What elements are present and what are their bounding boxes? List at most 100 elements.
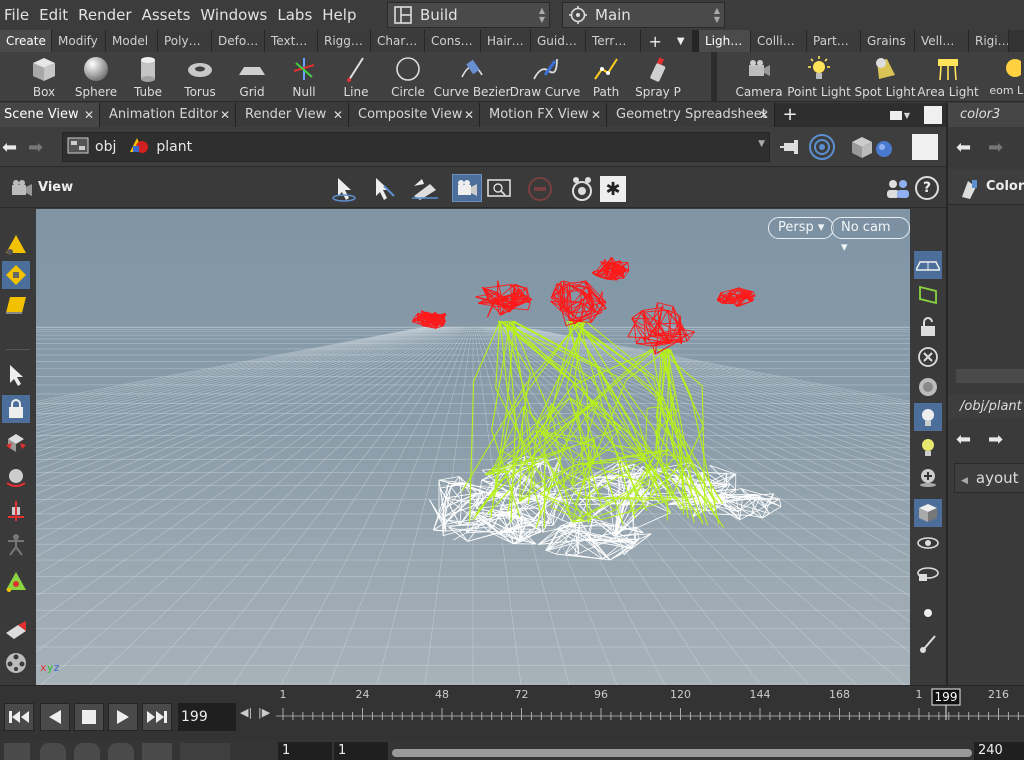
normals-display-icon[interactable]: [914, 629, 942, 657]
point-select-icon[interactable]: [2, 261, 30, 289]
tool-line[interactable]: Line: [330, 54, 382, 100]
menu-labs[interactable]: Labs: [272, 0, 317, 30]
realtime-toggle-icon[interactable]: [4, 743, 30, 760]
tool-tube[interactable]: Tube: [122, 54, 174, 100]
add-light-icon[interactable]: [914, 463, 942, 491]
clock-icon[interactable]: [108, 743, 134, 760]
global-start-field[interactable]: 1: [278, 742, 332, 760]
menu-edit[interactable]: Edit: [34, 0, 73, 30]
menu-windows[interactable]: Windows: [195, 0, 272, 30]
viewer-camera-icon[interactable]: [8, 177, 36, 202]
no-entry-icon[interactable]: [527, 176, 553, 205]
display-grid-icon[interactable]: [914, 251, 942, 279]
path-node[interactable]: plant: [156, 139, 192, 155]
display-camera-icon[interactable]: [914, 559, 942, 587]
tool-path[interactable]: Path: [580, 54, 632, 100]
pane-tab-motion-fx-view[interactable]: Motion FX View ✕: [480, 103, 607, 127]
headlight-icon[interactable]: [914, 433, 942, 461]
path-dropdown-icon[interactable]: ▼: [758, 139, 765, 149]
play-forward-button[interactable]: [108, 703, 138, 731]
audio-icon[interactable]: [40, 743, 66, 760]
tool-geometry-light[interactable]: Geom Lig: [990, 54, 1024, 100]
shelf-tab-rigid[interactable]: Rigi…: [969, 30, 1009, 52]
keys-icon[interactable]: [142, 743, 172, 760]
keyframe-nav-icon[interactable]: [180, 743, 230, 760]
step-frame-forward-icon[interactable]: |▶: [258, 706, 270, 719]
tool-curve-bezier[interactable]: Curve Bezier: [434, 54, 510, 100]
shelf-tab-poly[interactable]: Poly…: [158, 30, 212, 52]
tool-circle[interactable]: Circle: [382, 54, 434, 100]
scale-tool-icon[interactable]: [2, 497, 30, 525]
panel-scrollbar[interactable]: [956, 369, 1024, 383]
lock-camera-icon[interactable]: [914, 313, 942, 341]
playback-start-field[interactable]: 1: [334, 742, 388, 760]
shelf-tab-rigging[interactable]: Rigg…: [318, 30, 371, 52]
camera-menu-button[interactable]: No cam ▾: [831, 217, 910, 255]
parameter-tab-color3[interactable]: color3: [948, 103, 1024, 127]
network-layout-menu[interactable]: ◀ ayout: [954, 463, 1024, 493]
menu-file[interactable]: File: [0, 0, 34, 30]
forward-arrow-icon[interactable]: ➡: [28, 137, 43, 158]
go-to-end-button[interactable]: [142, 703, 172, 731]
current-frame-marker[interactable]: 199: [931, 688, 961, 720]
add-shelf-icon[interactable]: +: [648, 32, 661, 51]
close-icon[interactable]: ✕: [220, 103, 230, 127]
pin-icon[interactable]: [780, 135, 808, 162]
maximize-pane-icon[interactable]: [920, 103, 946, 127]
link-target-icon[interactable]: [808, 133, 836, 164]
view-camera-tool-icon[interactable]: [452, 174, 482, 202]
pose-tool-icon[interactable]: [2, 531, 30, 559]
menu-render[interactable]: Render: [73, 0, 136, 30]
shelf-tab-collisions[interactable]: Colli…: [751, 30, 807, 52]
tool-spray-paint[interactable]: Spray P: [632, 54, 684, 100]
close-icon[interactable]: ✕: [759, 103, 769, 127]
menu-assets[interactable]: Assets: [137, 0, 196, 30]
shading-mode-icon[interactable]: [914, 499, 942, 527]
pane-tab-scene-view[interactable]: Scene View ✕: [0, 103, 100, 127]
lighting-bulb-icon[interactable]: [914, 403, 942, 431]
back-arrow-icon[interactable]: ⬅: [956, 429, 971, 450]
close-icon[interactable]: ✕: [84, 103, 94, 127]
path-root[interactable]: obj: [95, 139, 116, 155]
shelf-tab-particles[interactable]: Part…: [807, 30, 861, 52]
tool-torus[interactable]: Torus: [174, 54, 226, 100]
shelf-tab-lights[interactable]: Ligh…: [699, 30, 751, 52]
tool-sphere[interactable]: Sphere: [70, 54, 122, 100]
move-tool-icon[interactable]: [2, 429, 30, 457]
loop-icon[interactable]: [74, 743, 100, 760]
pointer-tool-icon[interactable]: [2, 361, 30, 389]
shelf-tab-guide[interactable]: Guid…: [531, 30, 586, 52]
handle-tool-icon[interactable]: [410, 176, 440, 205]
shelf-tab-terrain[interactable]: Terr…: [586, 30, 641, 52]
add-pane-tab-icon[interactable]: +: [775, 103, 805, 127]
projection-menu-button[interactable]: Persp ▾: [768, 217, 835, 239]
paint-tool-icon[interactable]: [2, 617, 30, 645]
current-frame-field[interactable]: 199: [178, 703, 236, 731]
shelf-splitter[interactable]: [711, 52, 717, 102]
shelf-tab-deform[interactable]: Defo…: [212, 30, 265, 52]
render-region-icon[interactable]: [486, 177, 512, 202]
forward-arrow-icon[interactable]: ➡: [988, 429, 1003, 450]
display-options-icon[interactable]: [852, 133, 908, 164]
tool-spot-light[interactable]: Spot Light: [854, 54, 916, 100]
pane-tab-render-view[interactable]: Render View ✕: [236, 103, 349, 127]
tool-null[interactable]: Null: [278, 54, 330, 100]
ghost-icon[interactable]: [914, 373, 942, 401]
film-reel-icon[interactable]: [2, 649, 30, 677]
scene-viewport[interactable]: Persp ▾ No cam ▾ xyz: [36, 209, 910, 685]
play-reverse-button[interactable]: [40, 703, 70, 731]
visibility-eye-icon[interactable]: [914, 529, 942, 557]
select-tool-icon[interactable]: [330, 176, 358, 205]
tool-camera[interactable]: Camera: [733, 54, 785, 100]
range-slider[interactable]: [392, 749, 972, 757]
rotate-tool-icon[interactable]: [2, 463, 30, 491]
lock-select-icon[interactable]: [2, 395, 30, 423]
step-frame-icon[interactable]: ◀|: [240, 706, 252, 719]
shelf-tab-vellum[interactable]: Vell…: [915, 30, 969, 52]
shelf-tab-model[interactable]: Model: [106, 30, 158, 52]
playback-end-field[interactable]: 240: [974, 742, 1024, 760]
transform-select-icon[interactable]: [370, 176, 398, 205]
go-to-start-button[interactable]: [4, 703, 34, 731]
desktop-layout-selector[interactable]: Build ▲ ▼: [387, 2, 550, 28]
handle-gizmo-icon[interactable]: [2, 569, 30, 597]
